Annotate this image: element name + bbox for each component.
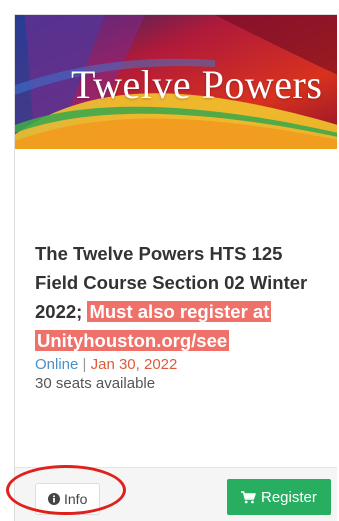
shopping-cart-icon — [241, 490, 256, 503]
event-details: The Twelve Powers HTS 125 Field Course S… — [35, 239, 325, 393]
event-title[interactable]: The Twelve Powers HTS 125 Field Course S… — [35, 239, 325, 355]
seats-available: 30 seats available — [35, 375, 156, 392]
register-button[interactable]: Register — [227, 479, 331, 515]
info-circle-icon — [48, 493, 60, 505]
card-footer: Info Register — [15, 467, 337, 521]
meta-separator: | — [82, 356, 87, 373]
banner-title-text: Twelve Powers — [71, 62, 323, 107]
event-date: Jan 30, 2022 — [90, 356, 178, 373]
event-card: Twelve Powers The Twelve Powers HTS 125 … — [14, 14, 337, 521]
event-location: Online — [35, 356, 79, 373]
register-button-label: Register — [261, 488, 317, 506]
event-meta: Online | Jan 30, 2022 — [35, 355, 325, 374]
event-banner-image: Twelve Powers — [15, 15, 337, 149]
info-button[interactable]: Info — [35, 483, 101, 515]
info-button-label: Info — [64, 491, 88, 507]
